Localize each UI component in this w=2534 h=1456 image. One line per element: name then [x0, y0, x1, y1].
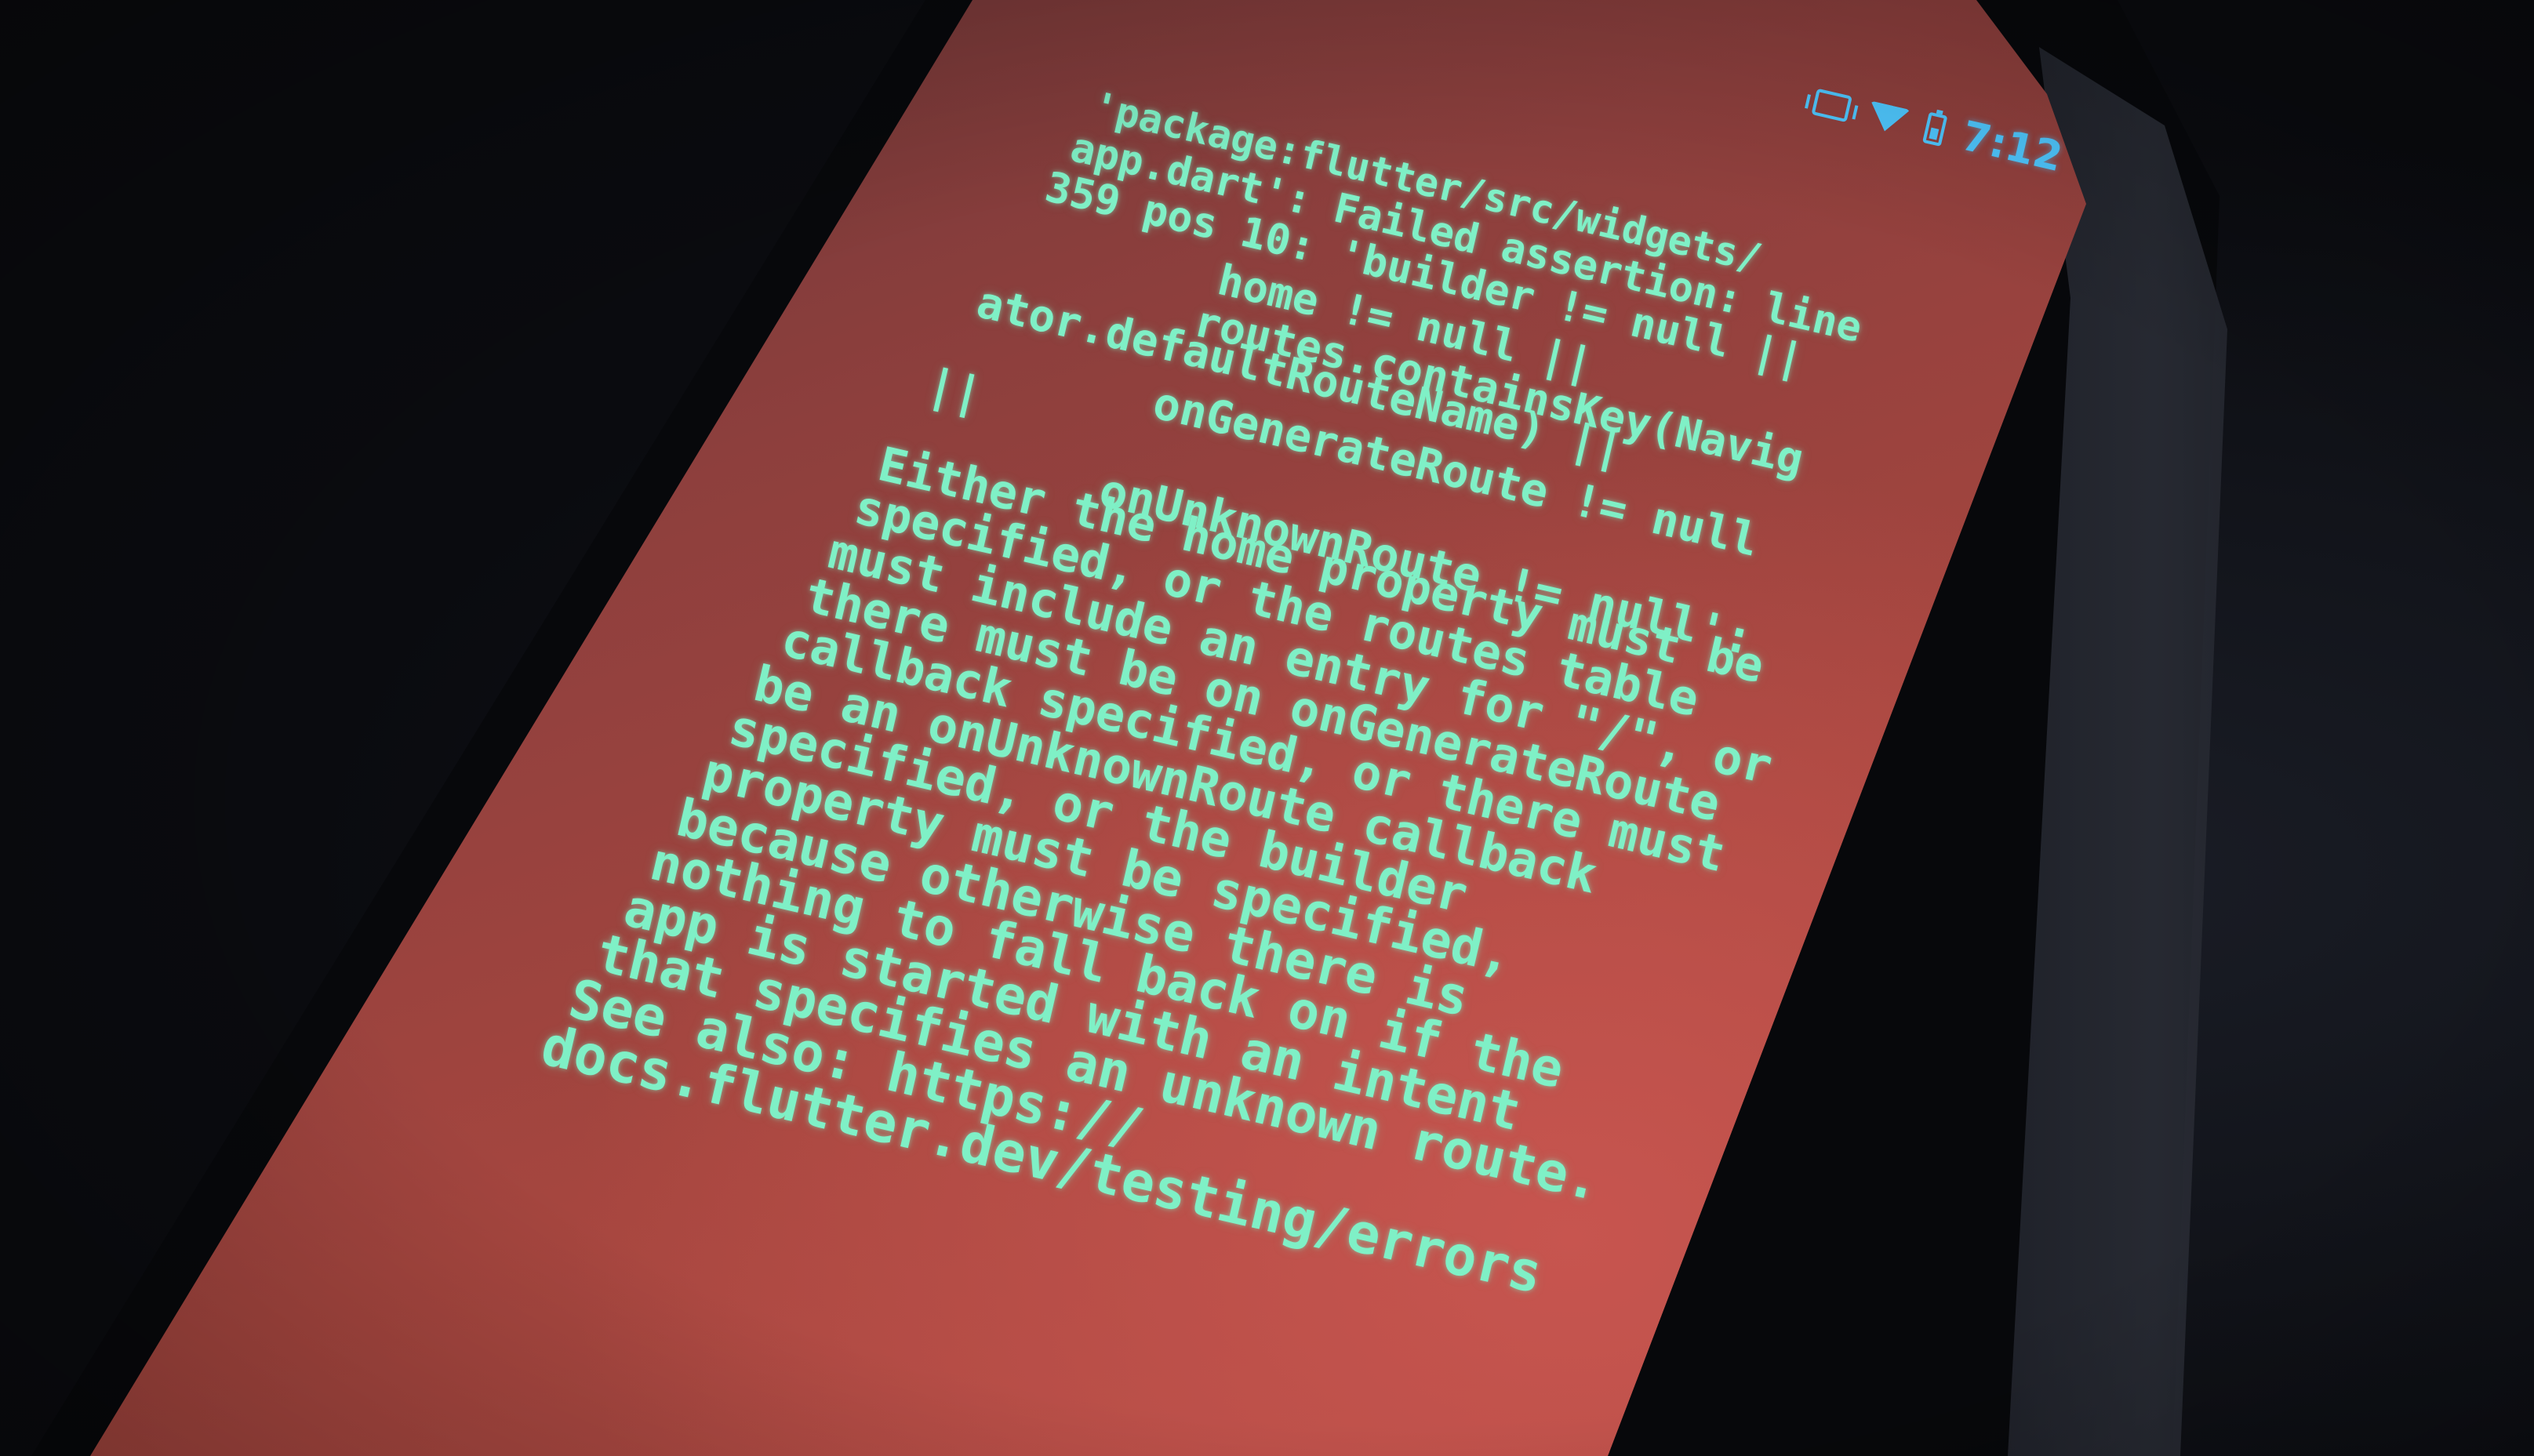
- error-line: ||: [922, 358, 987, 421]
- photo-scene: 7:12 'package:flutter/src/widgets/ app.d…: [0, 0, 2534, 1456]
- error-message: 'package:flutter/src/widgets/ app.dart':…: [0, 0, 2534, 1456]
